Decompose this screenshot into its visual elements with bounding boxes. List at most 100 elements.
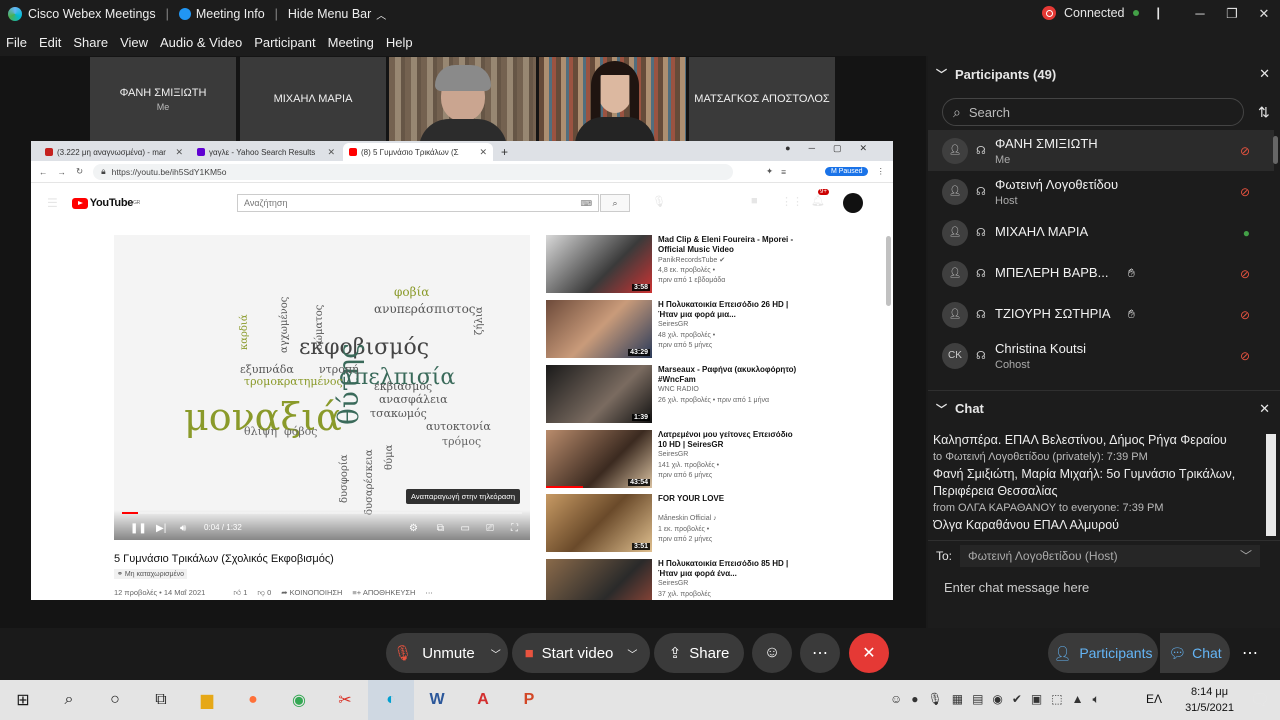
url-field[interactable]: 🔒︎ https://youtu.be/ih5SdY1KM5o — [93, 163, 734, 180]
microphone-muted-icon[interactable]: ⊘ — [1240, 267, 1250, 281]
next-icon[interactable]: ▶| — [156, 523, 166, 534]
video-thumbnail[interactable]: 1:39 — [546, 365, 652, 423]
forward-icon[interactable]: → — [58, 167, 67, 177]
menu-share[interactable]: Share — [67, 35, 114, 50]
video-thumbnail[interactable]: 43:54 — [546, 430, 652, 488]
keyboard-icon[interactable]: ⌨ — [580, 199, 592, 208]
recommended-video[interactable]: 43:29 Η Πολυκατοικία Επεισόδιο 26 HD | Ήτ… — [546, 300, 876, 360]
video-title[interactable]: Marseaux - Ραφήνα (ακυκλοφόρητο) #WncFam — [658, 365, 798, 385]
notifications-bell-icon[interactable]: 🔔︎ — [811, 194, 825, 207]
task-view-button[interactable]: ⧉ — [138, 680, 184, 720]
miniplayer-icon[interactable]: ⧉ — [437, 523, 444, 534]
youtube-search-input[interactable]: Αναζήτηση ⌨ — [237, 194, 599, 212]
video-thumbnail[interactable] — [546, 559, 652, 600]
participant-row[interactable]: 👤︎ ☊ ΜΙΧΑΗΛ ΜΑΡΙΑ ● — [928, 212, 1274, 253]
start-button[interactable]: ⊞ — [0, 680, 46, 720]
participant-search-input[interactable]: ⌕ Search — [942, 98, 1244, 126]
chat-message-input[interactable]: Enter chat message here — [944, 580, 1089, 595]
webex-taskbar-button[interactable]: ◐ — [368, 680, 414, 720]
menu-view[interactable]: View — [114, 35, 154, 50]
new-tab-icon[interactable]: + — [501, 143, 508, 161]
youtube-logo[interactable]: YouTube GR — [71, 197, 140, 209]
video-tile-participant[interactable]: ΜΙΧΑΗΛ ΜΑΡΙΑ — [240, 57, 386, 141]
video-thumbnail[interactable]: 43:29 — [546, 300, 652, 358]
participant-row[interactable]: 👤︎ ☊ Φωτεινή Λογοθετίδου Host ⊘ — [928, 171, 1274, 212]
settings-gear-icon[interactable]: ⚙ — [409, 523, 418, 534]
channel-name[interactable]: SeiresGR — [658, 451, 688, 458]
microphone-muted-icon[interactable]: ⊘ — [1240, 185, 1250, 199]
chevron-down-icon[interactable]: ﹀ — [491, 646, 501, 661]
video-player[interactable]: μοναξιά εκφοβισμός απελπισία θύτης φοβία ανυπ… — [114, 235, 530, 540]
chevron-down-icon[interactable]: ﹀ — [627, 646, 637, 661]
browser-tab-youtube[interactable]: (8) 5 Γυμνάσιο Τρικάλων (Σ ✕ — [343, 143, 493, 161]
video-thumbnail[interactable]: 3:51 — [546, 494, 652, 552]
hamburger-icon[interactable]: ☰ — [47, 196, 58, 210]
video-tile-participant[interactable]: ΜΑΤΣΑΓΚΟΣ ΑΠΟΣΤΟΛΟΣ — [689, 57, 835, 141]
microphone-muted-icon[interactable]: ⊘ — [1240, 144, 1250, 158]
cortana-button[interactable]: ○ — [92, 680, 138, 720]
participant-row[interactable]: CK ☊ Christina Koutsi Cohost ⊘ — [928, 335, 1274, 376]
reading-list-icon[interactable]: ≡ — [781, 167, 786, 177]
browser-menu-icon[interactable]: ⋮ — [876, 166, 885, 177]
acrobat-button[interactable]: A — [460, 680, 506, 720]
start-video-button[interactable]: ■ Start video ﹀ — [512, 633, 650, 673]
panel-more-button[interactable]: ⋯ — [1230, 633, 1270, 673]
page-scrollbar[interactable] — [886, 236, 891, 306]
theater-mode-icon[interactable]: ▭ — [461, 523, 470, 534]
minimize-icon[interactable]: ─ — [1184, 0, 1216, 28]
chrome-button[interactable]: ◉ — [276, 680, 322, 720]
video-title[interactable]: Λατρεμένοι μου γείτονες Επεισόδιο 10 HD … — [658, 430, 798, 450]
recommended-video[interactable]: Η Πολυκατοικία Επεισόδιο 85 HD | Ήταν μι… — [546, 559, 876, 600]
channel-name[interactable]: WNC RADIO — [658, 386, 699, 393]
close-tab-icon[interactable]: ✕ — [175, 147, 183, 158]
close-tab-icon[interactable]: ✕ — [479, 147, 487, 158]
video-tile-self[interactable]: ΦΑΝΗ ΣΜΙΞΙΩΤΗ Me — [90, 57, 236, 141]
cast-icon[interactable]: ⎚ — [486, 523, 494, 534]
recommended-video[interactable]: 3:51 FOR YOUR LOVE Måneskin Official ♪ 1 εκ… — [546, 494, 876, 554]
channel-name[interactable]: PanikRecordsTube ✔ — [658, 256, 725, 264]
taskbar-search[interactable]: ⌕ — [46, 680, 92, 720]
more-options-button[interactable]: ⋯ — [800, 633, 840, 673]
save-video-button[interactable]: ≡+ ΑΠΟΘΗΚΕΥΣΗ — [352, 588, 415, 598]
hide-menu-bar-button[interactable]: Hide Menu Bar ︿ — [280, 7, 394, 22]
word-button[interactable]: W — [414, 680, 460, 720]
chat-recipient-select[interactable]: Φωτεινή Λογοθετίδου (Host) ﹀ — [960, 545, 1260, 567]
profile-paused-button[interactable]: M Paused — [824, 167, 869, 176]
system-clock[interactable]: 8:14 μμ 31/5/2021 — [1185, 684, 1234, 716]
camera-feed-participant[interactable] — [539, 57, 686, 141]
menu-participant[interactable]: Participant — [248, 35, 321, 50]
maximize-icon[interactable]: ❐ — [1216, 0, 1248, 28]
extensions-icon[interactable]: ✦ — [766, 166, 773, 177]
back-icon[interactable]: ← — [39, 167, 48, 177]
participants-toggle-button[interactable]: 👤︎ Participants — [1048, 633, 1158, 673]
apps-grid-icon[interactable]: ⋮⋮ — [781, 195, 803, 208]
shared-screen-browser[interactable]: (3.222 μη αναγνωσμένα) - mar ✕ γαγλε - Y… — [31, 141, 893, 600]
pause-icon[interactable]: ❚❚ — [130, 523, 147, 534]
channel-name[interactable]: SeiresGR — [658, 580, 688, 587]
create-video-icon[interactable]: ■ — [751, 195, 758, 207]
firefox-button[interactable]: ● — [230, 680, 276, 720]
video-progress-bar[interactable] — [122, 512, 522, 514]
dislike-button[interactable]: 👎︎ 0 — [257, 588, 271, 598]
recommended-video[interactable]: 43:54 Λατρεμένοι μου γείτονες Επεισόδιο 1… — [546, 430, 876, 490]
participant-row[interactable]: 👤︎ ☊ ΜΠΕΛΕΡΗ ΒΑΡΒ... ✋︎ ⊘ — [928, 253, 1274, 294]
menu-help[interactable]: Help — [380, 35, 419, 50]
chat-scrollbar[interactable] — [1266, 434, 1276, 536]
menu-file[interactable]: File — [0, 35, 33, 50]
video-title[interactable]: Η Πολυκατοικία Επεισόδιο 85 HD | Ήταν μι… — [658, 559, 798, 579]
browser-window-controls[interactable]: ●─▢✕ — [785, 143, 885, 154]
microphone-muted-icon[interactable]: ⊘ — [1240, 349, 1250, 363]
volume-icon[interactable]: 🔊︎ — [180, 523, 186, 534]
menu-audio-video[interactable]: Audio & Video — [154, 35, 248, 50]
participant-row[interactable]: 👤︎ ☊ ΤΖΙΟΥΡΗ ΣΩΤΗΡΙΑ ✋︎ ⊘ — [928, 294, 1274, 335]
notifications-icon[interactable]: 🗨︎ — [1250, 690, 1270, 710]
microphone-icon[interactable]: 🎙︎ — [652, 195, 666, 208]
video-title[interactable]: FOR YOUR LOVE — [658, 494, 798, 504]
fullscreen-icon[interactable]: ⛶ — [511, 523, 518, 534]
camera-feed-host[interactable] — [389, 57, 536, 141]
menu-edit[interactable]: Edit — [33, 35, 67, 50]
share-video-button[interactable]: ➦ ΚΟΙΝΟΠΟΙΗΣΗ — [281, 588, 342, 598]
close-tab-icon[interactable]: ✕ — [327, 147, 335, 158]
chevron-down-icon[interactable]: ﹀ — [936, 66, 947, 82]
like-button[interactable]: 👍︎ 1 — [233, 588, 247, 598]
